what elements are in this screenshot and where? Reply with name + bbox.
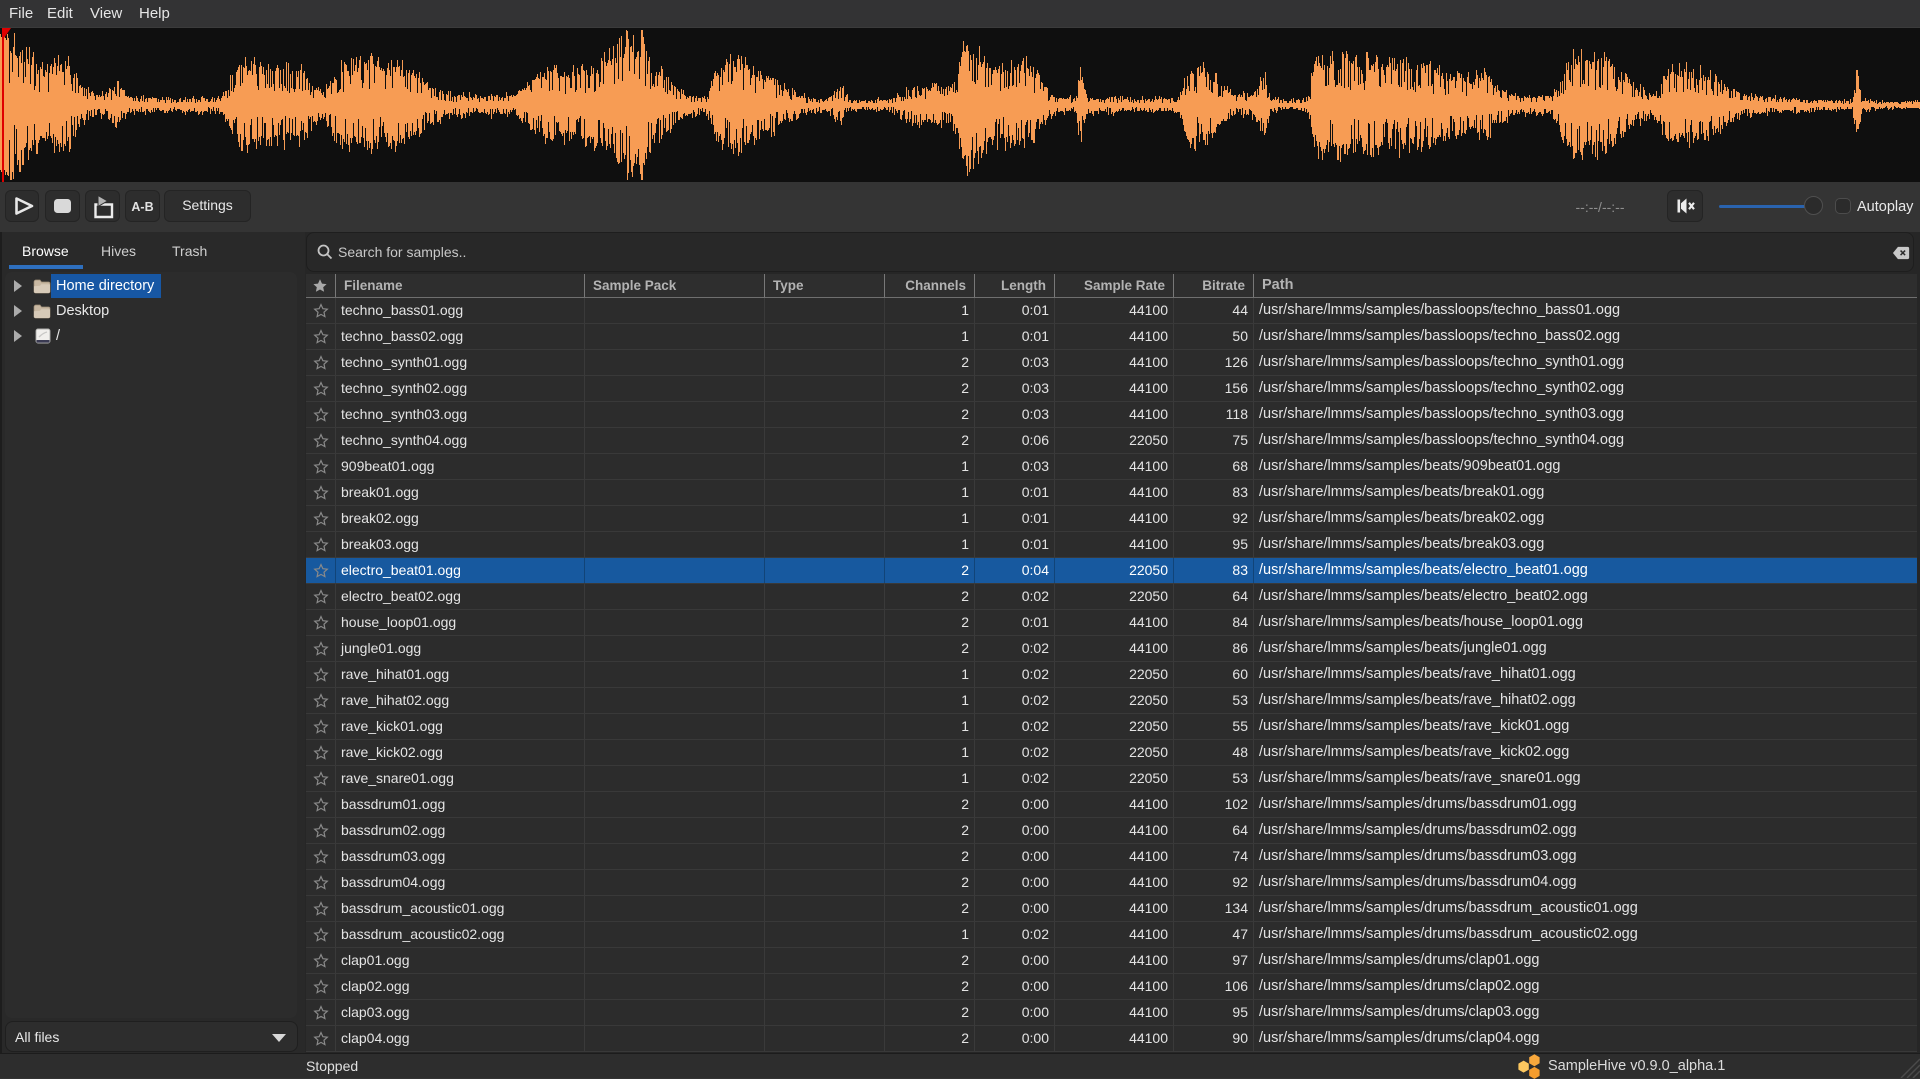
svg-text:A-B: A-B [131,200,153,214]
